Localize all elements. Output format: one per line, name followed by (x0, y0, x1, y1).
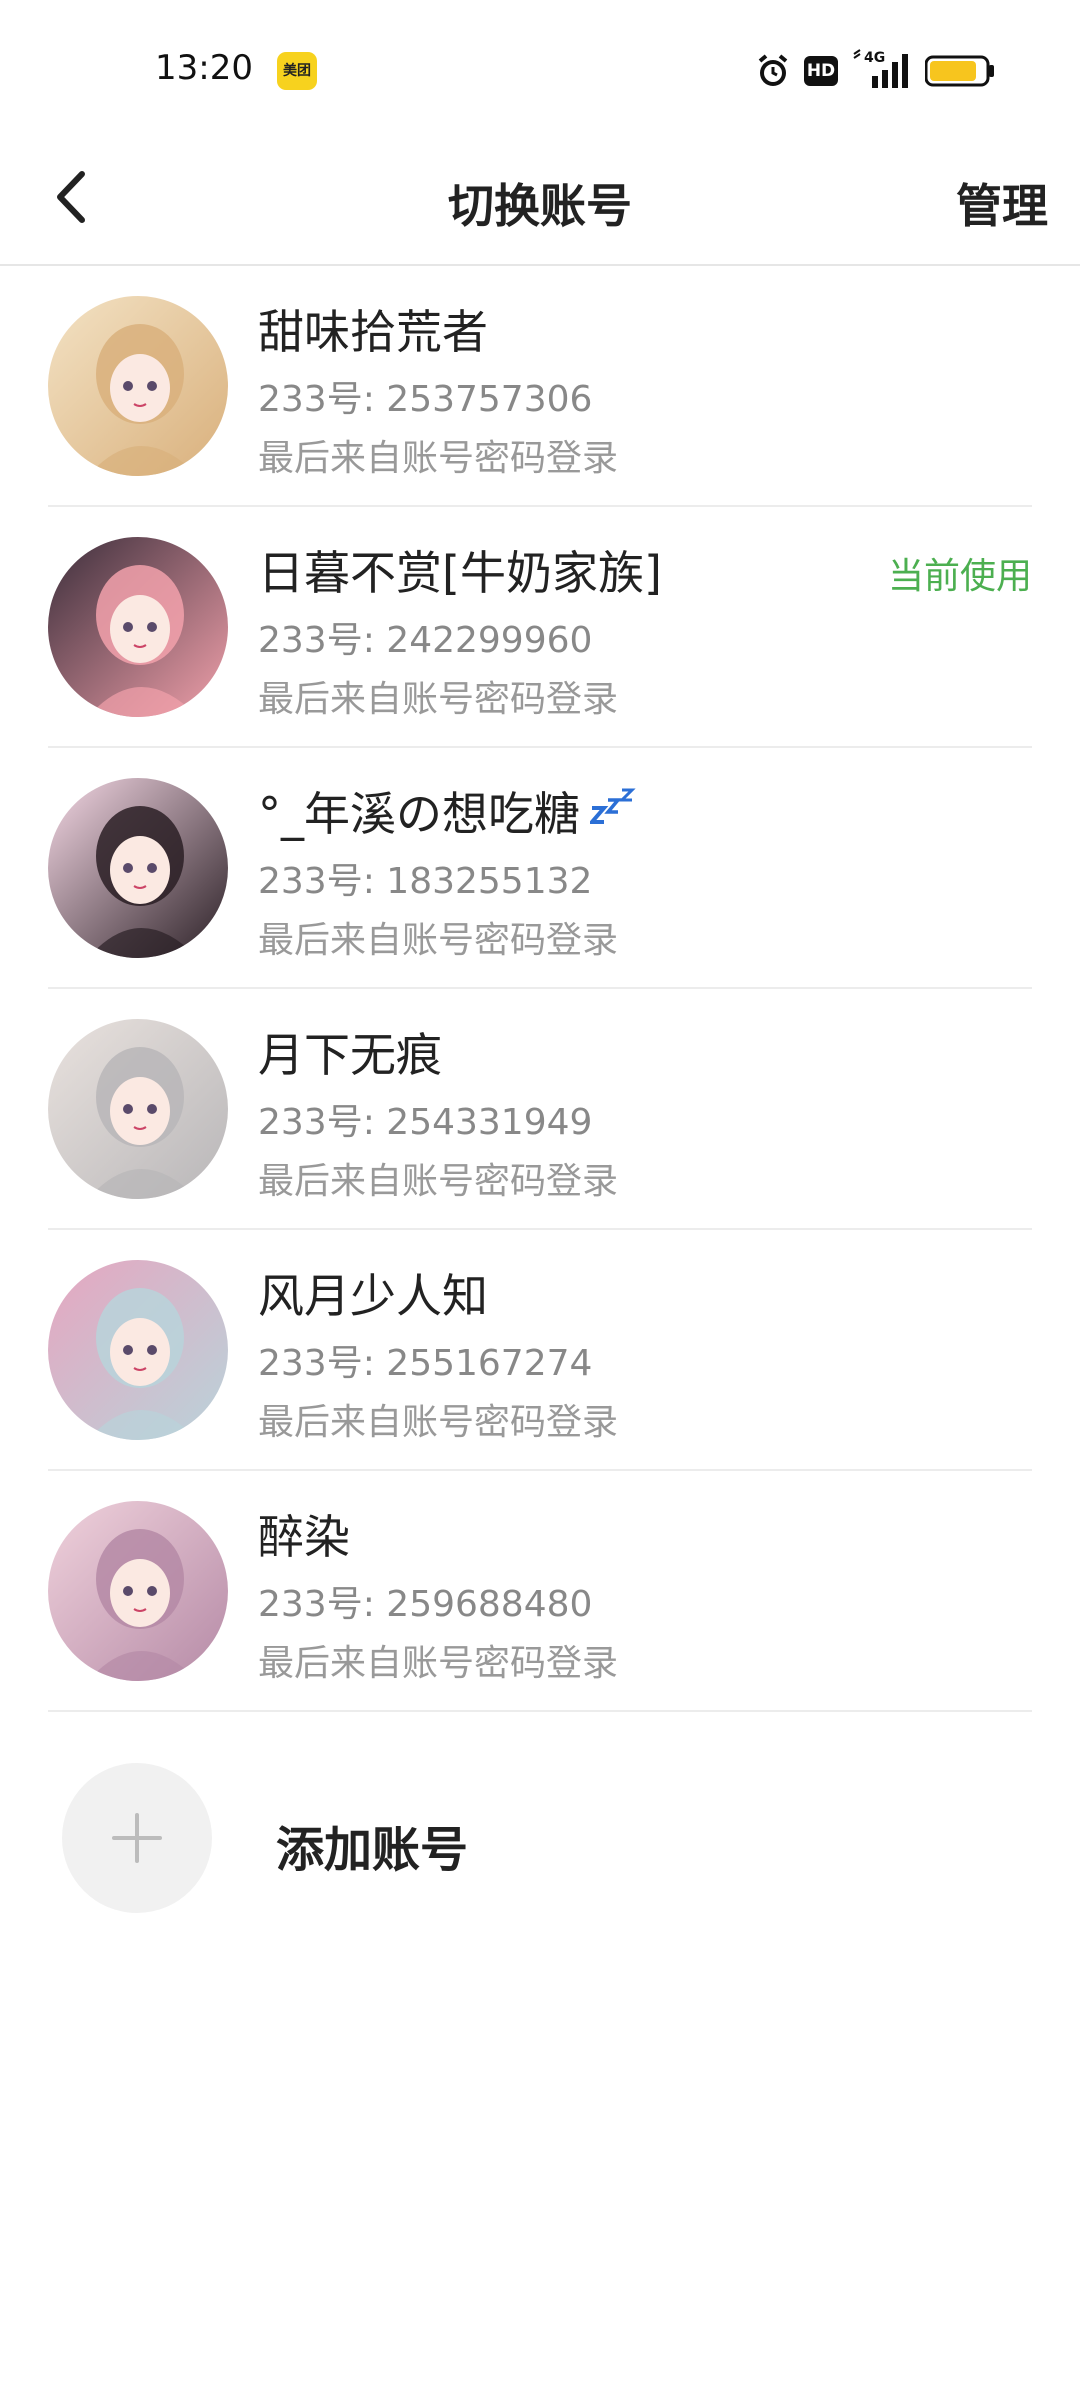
account-id: 233号: 183255132 (258, 861, 593, 902)
account-name: 醉染 (258, 1510, 350, 1564)
network-label: 4G (864, 50, 885, 66)
plus-icon (112, 1813, 162, 1863)
account-login-method: 最后来自账号密码登录 (258, 920, 619, 961)
account-name: 日暮不赏[牛奶家族] (258, 546, 662, 600)
anime-girl-dark-hair-avatar (48, 778, 228, 958)
avatar (48, 1501, 228, 1681)
zzz-icon (590, 788, 636, 824)
account-name: °_年溪の想吃糖 (258, 787, 580, 841)
signal-4g-icon: 4G (853, 49, 908, 88)
current-account-badge: 当前使用 (887, 556, 1032, 597)
anime-girl-hat-avatar (48, 296, 228, 476)
account-row[interactable]: °_年溪の想吃糖 233号: 183255132 最后来自账号密码登录 (0, 748, 1080, 989)
account-id: 233号: 242299960 (258, 620, 593, 661)
account-login-method: 最后来自账号密码登录 (258, 679, 619, 720)
page-title: 切换账号 (448, 179, 632, 233)
account-list: 甜味拾荒者 233号: 253757306 最后来自账号密码登录 日暮不赏[牛奶… (0, 266, 1080, 1712)
account-name: 风月少人知 (258, 1269, 488, 1323)
account-id: 233号: 259688480 (258, 1584, 593, 1625)
account-name: 月下无痕 (258, 1028, 442, 1082)
account-login-method: 最后来自账号密码登录 (258, 1161, 619, 1202)
account-row[interactable]: 醉染 233号: 259688480 最后来自账号密码登录 (0, 1471, 1080, 1712)
girl-bubblegum-avatar (48, 1260, 228, 1440)
status-bar: 13:20 美团 HD 4G (0, 0, 1080, 140)
add-account-circle[interactable] (62, 1763, 212, 1913)
row-divider (48, 1710, 1032, 1712)
account-id: 233号: 255167274 (258, 1343, 593, 1384)
add-account-button[interactable]: 添加账号 (0, 1748, 1080, 1913)
account-id: 233号: 253757306 (258, 379, 593, 420)
account-row[interactable]: 风月少人知 233号: 255167274 最后来自账号密码登录 (0, 1230, 1080, 1471)
anime-girl-purple-avatar (48, 1501, 228, 1681)
avatar (48, 1260, 228, 1440)
manage-button[interactable]: 管理 (956, 170, 1048, 236)
avatar (48, 537, 228, 717)
account-row[interactable]: 月下无痕 233号: 254331949 最后来自账号密码登录 (0, 989, 1080, 1230)
battery-icon (925, 55, 994, 87)
account-name: 甜味拾荒者 (258, 305, 488, 359)
account-id: 233号: 254331949 (258, 1102, 593, 1143)
alarm-icon (758, 54, 788, 86)
hd-icon: HD (804, 56, 838, 86)
account-login-method: 最后来自账号密码登录 (258, 1402, 619, 1443)
meituan-app-icon: 美团 (277, 52, 317, 90)
account-login-method: 最后来自账号密码登录 (258, 1643, 619, 1684)
account-login-method: 最后来自账号密码登录 (258, 438, 619, 479)
painted-girl-gray-hair-avatar (48, 1019, 228, 1199)
header-bar: 切换账号 管理 (0, 140, 1080, 266)
avatar (48, 778, 228, 958)
account-row[interactable]: 日暮不赏[牛奶家族] 233号: 242299960 最后来自账号密码登录 当前… (0, 507, 1080, 748)
status-time: 13:20 (155, 48, 253, 88)
anime-girl-pink-hair-avatar (48, 537, 228, 717)
account-row[interactable]: 甜味拾荒者 233号: 253757306 最后来自账号密码登录 (0, 266, 1080, 507)
avatar (48, 1019, 228, 1199)
avatar (48, 296, 228, 476)
add-account-label: 添加账号 (276, 1822, 469, 1878)
